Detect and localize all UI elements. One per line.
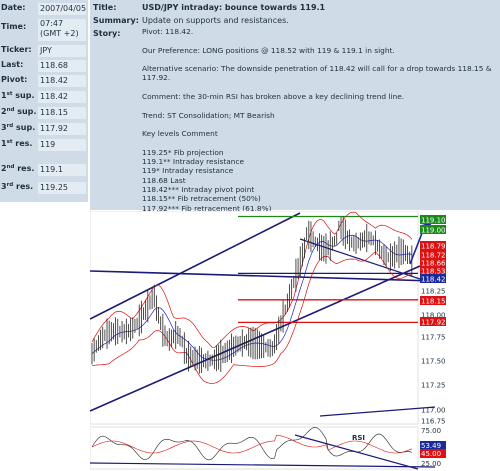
- ticker-label: Ticker:: [1, 45, 32, 54]
- story-panel: Title: USD/JPY intraday: bounce towards …: [90, 0, 500, 213]
- key-level-item: 118.68 Last: [142, 175, 186, 185]
- last-row: Last: 118.68: [0, 57, 88, 73]
- story-alternative-line: Alternative scenario: The downside penet…: [142, 64, 492, 83]
- price-axis-label: 117.00: [421, 407, 446, 415]
- pivot-row: Pivot: 118.42: [0, 72, 88, 88]
- key-levels-header: Key levels Comment: [142, 129, 218, 139]
- price-axis-label: 119.00: [421, 227, 446, 235]
- time-value-line1: 07:47: [40, 19, 64, 28]
- support-2-label: 2nd sup.: [1, 107, 37, 116]
- price-axis-label: 117.75: [421, 334, 446, 342]
- rsi-axis-label: 25.00: [421, 460, 441, 468]
- rsi-axis-label: 75.00: [421, 427, 441, 435]
- price-axis-label: 119.10: [421, 217, 446, 225]
- meta-panel-lower: 2nd res. 119.1 3rd res. 119.25: [0, 160, 88, 202]
- support-1-row: 1st sup. 118.42: [0, 88, 88, 104]
- meta-panel: Date: 2007/04/05 Time: 07:47 (GMT +2) Ti…: [0, 0, 88, 160]
- story-preference-line: Our Preference: LONG positions @ 118.52 …: [142, 45, 395, 55]
- price-chart: 119.10 119.00 118.79 118.72 118.66 118.53 118.…: [90, 211, 500, 471]
- price-axis-label: 118.79: [421, 243, 446, 251]
- key-level-item: 119* Intraday resistance: [142, 166, 234, 176]
- price-axis-label: 117.50: [421, 358, 446, 366]
- story-label: Story:: [93, 29, 121, 38]
- key-level-item: 119.25* Fib projection: [142, 147, 224, 157]
- ticker-value: JPY: [38, 45, 86, 57]
- date-row: Date: 2007/04/05: [0, 0, 88, 16]
- story-pivot-line: Pivot: 118.42.: [142, 27, 194, 36]
- resistance-3-row: 3rd res. 119.25: [0, 170, 88, 194]
- key-level-item: 119.1** Intraday resistance: [142, 157, 245, 167]
- pivot-value: 118.42: [38, 75, 86, 87]
- rsi-axis-label: 53.49: [421, 442, 441, 450]
- support-3-row: 3rd sup. 117.92: [0, 120, 88, 136]
- price-axis-label: 116.75: [421, 418, 446, 426]
- support-1-value: 118.42: [38, 91, 86, 103]
- title-value: USD/JPY intraday: bounce towards 119.1: [142, 3, 326, 12]
- rsi-axis-label: 45.00: [421, 450, 441, 458]
- date-label: Date:: [1, 3, 26, 12]
- ticker-row: Ticker: JPY: [0, 42, 88, 58]
- resistance-2-row: 2nd res. 119.1: [0, 152, 88, 176]
- price-axis-label: 118.15: [421, 298, 446, 306]
- price-axis-label: 117.25: [421, 382, 446, 390]
- resistance-1-label: 1st res.: [1, 139, 33, 148]
- price-axis-label: 118.42: [421, 276, 446, 284]
- last-value: 118.68: [38, 60, 86, 72]
- price-axis-label: 118.25: [421, 288, 446, 296]
- time-label: Time:: [1, 22, 27, 31]
- key-level-item: 118.15** Fib retracement (50%): [142, 194, 261, 204]
- time-value: 07:47 (GMT +2): [38, 19, 86, 41]
- support-2-value: 118.15: [38, 107, 86, 119]
- resistance-1-value: 119: [38, 139, 86, 151]
- resistance-1-row: 1st res. 119: [0, 136, 88, 152]
- key-level-item: 118.42*** Intraday pivot point: [142, 185, 255, 195]
- date-value: 2007/04/05: [38, 3, 87, 15]
- last-label: Last:: [1, 60, 24, 69]
- summary-label: Summary:: [93, 16, 139, 25]
- price-chart-svg: 119.10119.00118.79118.72118.66118.53118.…: [90, 211, 500, 471]
- story-trend-line: Trend: ST Consolidation; MT Bearish: [142, 110, 275, 120]
- price-axis-label: 117.92: [421, 319, 446, 327]
- story-comment-line: Comment: the 30-min RSI has broken above…: [142, 92, 405, 102]
- pivot-label: Pivot:: [1, 75, 28, 84]
- support-2-row: 2nd sup. 118.15: [0, 104, 88, 120]
- title-label: Title:: [93, 3, 117, 12]
- story-body: Pivot: 118.42. Our Preference: LONG posi…: [142, 27, 498, 213]
- support-1-label: 1st sup.: [1, 91, 35, 100]
- resistance-3-label: 3rd res.: [1, 182, 34, 191]
- summary-value: Update on supports and resistances.: [142, 16, 289, 25]
- support-3-value: 117.92: [38, 123, 86, 135]
- time-value-line2: (GMT +2): [40, 29, 79, 38]
- support-3-label: 3rd sup.: [1, 123, 36, 132]
- resistance-3-value: 119.25: [38, 182, 86, 194]
- time-row: Time: 07:47 (GMT +2): [0, 16, 88, 42]
